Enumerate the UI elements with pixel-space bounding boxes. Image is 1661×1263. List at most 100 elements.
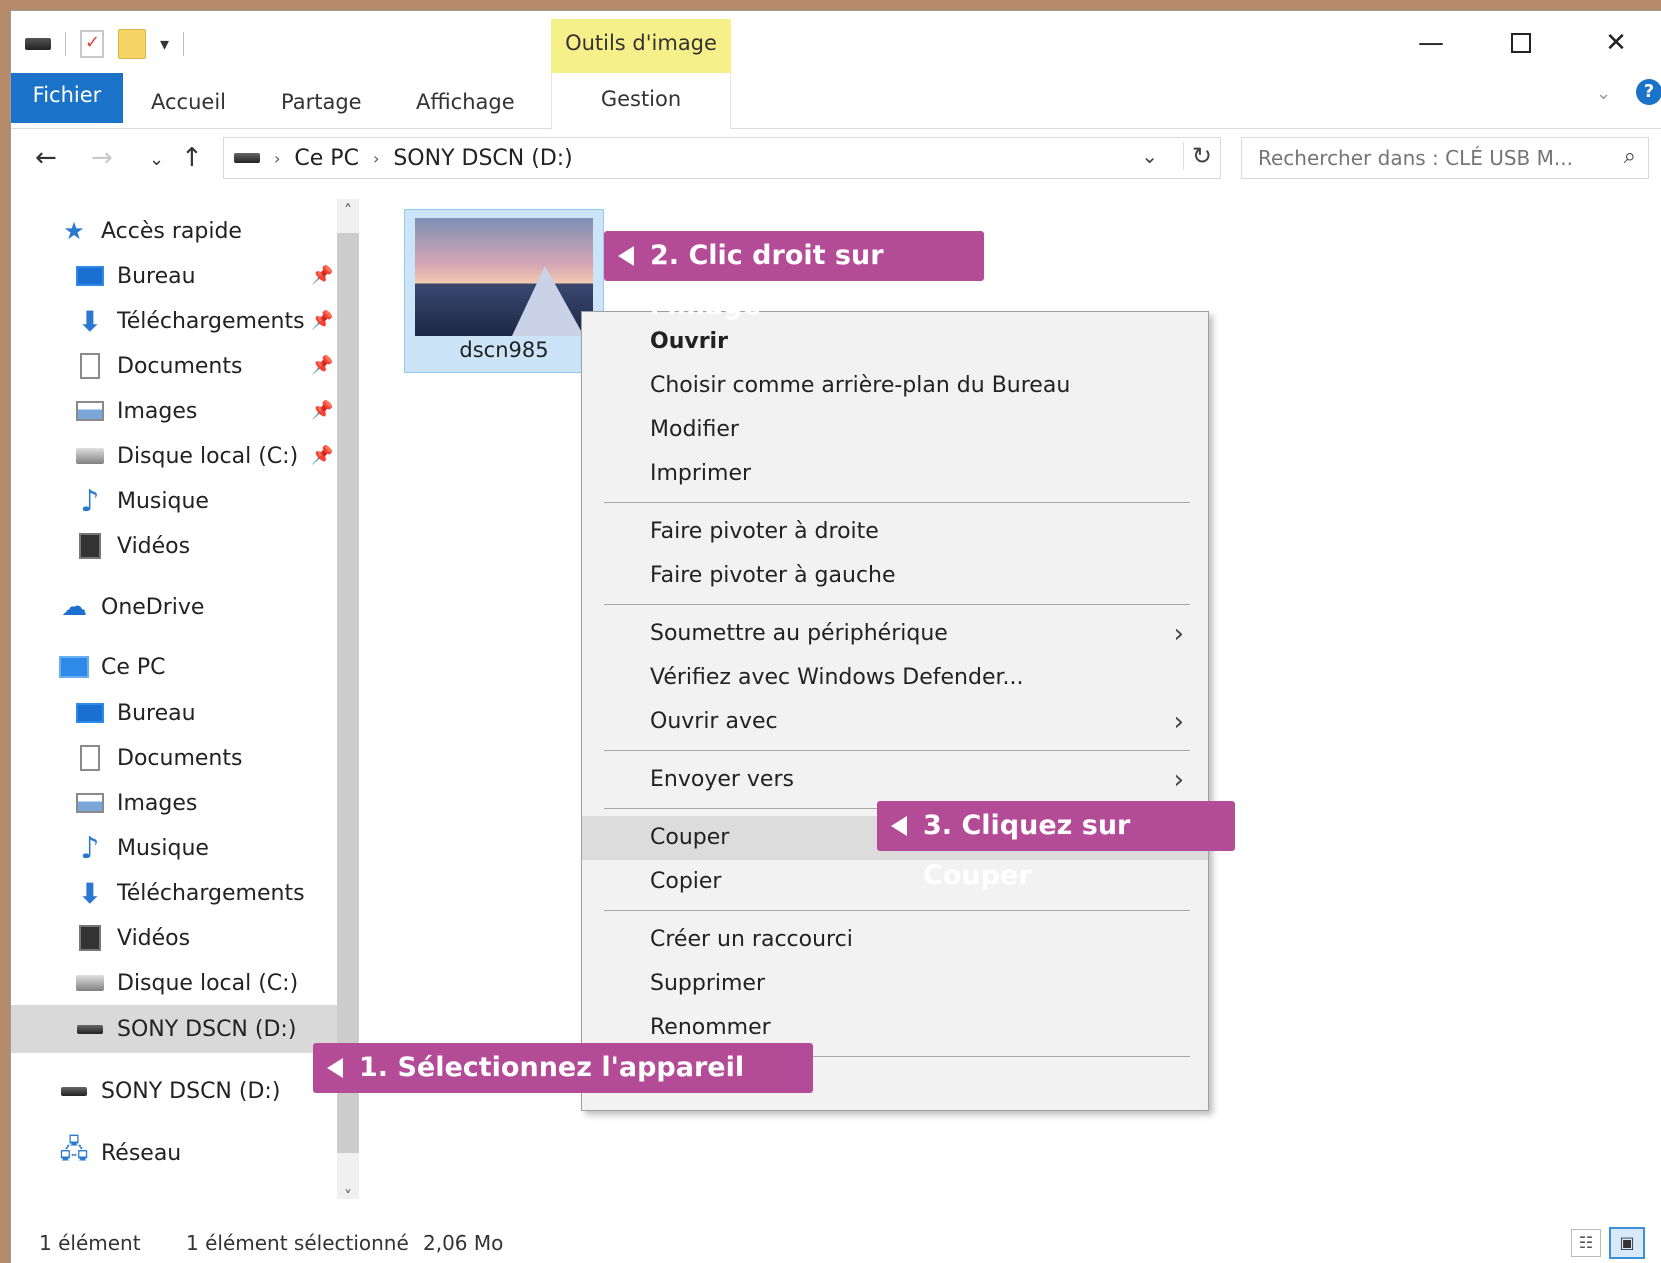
sidebar-item-pc-documents[interactable]: Documents (75, 736, 242, 780)
address-bar[interactable]: › Ce PC › SONY DSCN (D:) ⌄ ↻ (223, 137, 1221, 179)
large-icons-view-icon[interactable]: ▣ (1609, 1227, 1645, 1259)
callout-step-3: 3. Cliquez sur Couper (877, 801, 1235, 891)
new-folder-icon[interactable] (118, 29, 146, 59)
pin-icon[interactable]: 📌 (311, 310, 333, 331)
sidebar-item-network[interactable]: 🖧 Réseau (59, 1131, 182, 1175)
network-icon: 🖧 (59, 1135, 89, 1165)
cloud-icon: ☁ (61, 592, 87, 622)
sidebar-item-pc-music[interactable]: ♪ Musique (75, 826, 209, 870)
search-input[interactable] (1258, 146, 1598, 170)
maximize-icon (1511, 33, 1531, 53)
close-button[interactable]: ✕ (1586, 23, 1646, 63)
menu-item-open-with[interactable]: Ouvrir avec › (582, 700, 1208, 744)
sidebar-item-pc-desktop[interactable]: Bureau (75, 691, 196, 735)
properties-icon[interactable] (80, 30, 104, 58)
item-count: 1 élément (39, 1231, 141, 1255)
sidebar-item-pc-local-disk[interactable]: Disque local (C:) (75, 961, 298, 1005)
menu-item-set-desktop-background[interactable]: Choisir comme arrière-plan du Bureau (582, 364, 1208, 408)
sidebar-scroll-thumb[interactable] (337, 233, 359, 1153)
computer-icon (59, 656, 89, 678)
search-box[interactable]: ⌕ (1241, 137, 1649, 179)
menu-item-rotate-left[interactable]: Faire pivoter à gauche (582, 554, 1208, 598)
scroll-up-icon[interactable]: ˄ (337, 201, 359, 220)
sidebar-item-label: Disque local (C:) (117, 970, 299, 996)
sidebar-item-local-disk[interactable]: Disque local (C:) (75, 434, 298, 478)
sidebar-item-quick-access[interactable]: ★ Accès rapide (59, 209, 242, 253)
sidebar-item-pc-videos[interactable]: Vidéos (75, 916, 190, 960)
tab-home[interactable]: Accueil (151, 81, 226, 123)
music-icon: ♪ (80, 483, 100, 519)
hard-drive-icon (76, 448, 104, 464)
chevron-right-icon: › (1173, 765, 1184, 795)
pictures-icon (76, 401, 104, 421)
refresh-icon[interactable]: ↻ (1182, 142, 1212, 170)
tab-file[interactable]: Fichier (11, 73, 123, 123)
help-icon[interactable]: ? (1636, 79, 1661, 105)
drive-icon (25, 38, 51, 50)
search-icon[interactable]: ⌕ (1624, 144, 1636, 169)
pin-icon[interactable]: 📌 (311, 400, 333, 421)
maximize-button[interactable] (1491, 23, 1551, 63)
tab-view[interactable]: Affichage (416, 81, 515, 123)
breadcrumb-sony-drive[interactable]: SONY DSCN (D:) (393, 146, 572, 171)
toolbar-separator (65, 32, 66, 56)
menu-item-copy[interactable]: Copier (582, 860, 1208, 904)
menu-item-rotate-right[interactable]: Faire pivoter à droite (582, 510, 1208, 554)
sidebar-item-videos[interactable]: Vidéos (75, 524, 190, 568)
menu-item-edit[interactable]: Modifier (582, 408, 1208, 452)
back-button[interactable]: ← (35, 143, 57, 173)
menu-item-print[interactable]: Imprimer (582, 452, 1208, 496)
sidebar-item-documents[interactable]: Documents (75, 344, 242, 388)
details-view-icon[interactable]: ☷ (1571, 1229, 1601, 1257)
sidebar-item-pc-pictures[interactable]: Images (75, 781, 197, 825)
scroll-down-icon[interactable]: ˅ (337, 1187, 359, 1206)
sidebar-item-label: Vidéos (117, 925, 191, 951)
menu-item-delete[interactable]: Supprimer (582, 962, 1208, 1006)
address-dropdown-icon[interactable]: ⌄ (1141, 144, 1158, 168)
sidebar-item-music[interactable]: ♪ Musique (75, 479, 209, 523)
breadcrumb-separator[interactable]: › (274, 149, 280, 168)
sidebar-item-pc-downloads[interactable]: ⬇ Téléchargements (75, 871, 304, 915)
menu-item-cast-to-device[interactable]: Soumettre au périphérique › (582, 612, 1208, 656)
desktop-icon (76, 703, 104, 723)
hard-drive-icon (76, 975, 104, 991)
expand-ribbon-icon[interactable]: ⌄ (1596, 83, 1611, 104)
document-icon (80, 745, 100, 771)
sidebar-item-onedrive[interactable]: ☁ OneDrive (59, 585, 204, 629)
menu-item-send-to[interactable]: Envoyer vers › (582, 758, 1208, 802)
sidebar-item-this-pc[interactable]: Ce PC (59, 645, 166, 689)
breadcrumb-this-pc[interactable]: Ce PC (294, 146, 359, 171)
menu-separator (604, 604, 1190, 605)
tab-share[interactable]: Partage (281, 81, 362, 123)
sidebar-item-usb-drive[interactable]: SONY DSCN (D:) (59, 1069, 280, 1113)
file-item-dscn985[interactable]: dscn985 (404, 209, 604, 373)
up-button[interactable]: ↑ (181, 143, 203, 173)
recent-locations-button[interactable]: ⌄ (149, 149, 164, 170)
menu-item-windows-defender[interactable]: Vérifiez avec Windows Defender... (582, 656, 1208, 700)
sidebar-item-label: Vidéos (117, 533, 191, 559)
minimize-button[interactable]: — (1401, 23, 1461, 63)
sidebar-item-sony-drive[interactable]: SONY DSCN (D:) (11, 1005, 337, 1053)
document-icon (80, 353, 100, 379)
download-icon: ⬇ (78, 304, 102, 338)
pin-icon[interactable]: 📌 (311, 355, 333, 376)
forward-button[interactable]: → (91, 143, 113, 173)
title-bar: ▾ Outils d'image — ✕ (11, 11, 1661, 75)
tab-manage[interactable]: Gestion (551, 73, 731, 129)
navigation-pane: ˄ ˅ ★ Accès rapide Bureau 📌 ⬇ Télécharge… (11, 199, 359, 1219)
pin-icon[interactable]: 📌 (311, 445, 333, 466)
sidebar-item-label: Disque local (C:) (117, 443, 299, 469)
close-icon: ✕ (1605, 28, 1627, 58)
breadcrumb-separator[interactable]: › (373, 149, 379, 168)
sidebar-item-downloads[interactable]: ⬇ Téléchargements (75, 299, 304, 343)
sidebar-item-pictures[interactable]: Images (75, 389, 197, 433)
chevron-right-icon: › (1173, 707, 1184, 737)
sidebar-item-label: SONY DSCN (D:) (101, 1078, 281, 1104)
sidebar-item-desktop[interactable]: Bureau (75, 254, 335, 298)
menu-item-create-shortcut[interactable]: Créer un raccourci (582, 918, 1208, 962)
customize-toolbar-icon[interactable]: ▾ (160, 34, 169, 55)
pin-icon[interactable]: 📌 (311, 265, 333, 286)
minimize-icon: — (1418, 28, 1444, 58)
usb-drive-icon (77, 1024, 103, 1034)
star-icon: ★ (63, 217, 85, 245)
